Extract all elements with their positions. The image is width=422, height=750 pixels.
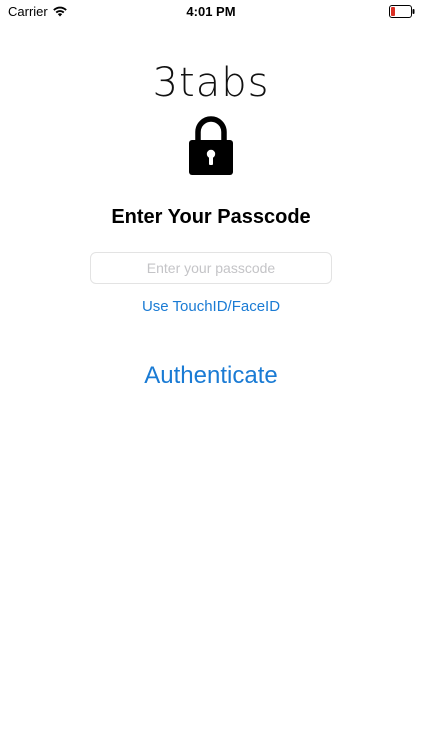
use-touchid-faceid-link[interactable]: Use TouchID/FaceID <box>0 297 422 317</box>
passcode-input[interactable] <box>90 252 332 284</box>
passcode-title: Enter Your Passcode <box>111 206 311 228</box>
app-logo: 3tabs <box>152 60 270 106</box>
padlock-icon <box>189 116 233 175</box>
authenticate-button[interactable]: Authenticate <box>111 358 311 394</box>
battery-low-icon <box>389 5 415 18</box>
status-bar: Carrier 4:01 PM <box>0 0 422 24</box>
status-time: 4:01 PM <box>186 4 236 19</box>
